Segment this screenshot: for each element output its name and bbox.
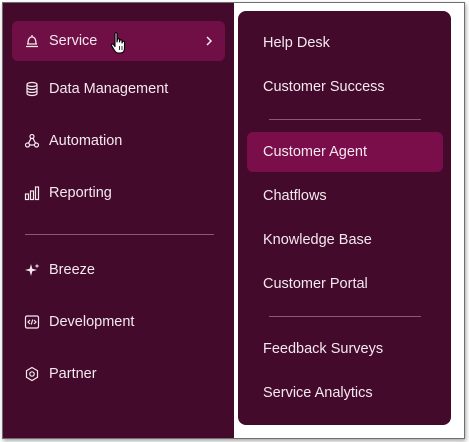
- submenu-item-label: Feedback Surveys: [263, 341, 384, 357]
- nav-divider: [25, 234, 214, 235]
- code-icon: [24, 314, 40, 330]
- nav-item-reporting[interactable]: Reporting: [12, 173, 225, 213]
- submenu-item-customer-agent[interactable]: Customer Agent: [247, 132, 443, 172]
- submenu-item-label: Customer Success: [263, 79, 385, 95]
- submenu-item-label: Knowledge Base: [263, 232, 372, 248]
- submenu-item-knowledge-base[interactable]: Knowledge Base: [247, 220, 443, 260]
- submenu-item-label: Customer Agent: [263, 144, 367, 160]
- submenu-item-customer-portal[interactable]: Customer Portal: [247, 264, 443, 304]
- submenu-item-help-desk[interactable]: Help Desk: [247, 23, 443, 63]
- nav-item-development[interactable]: Development: [12, 302, 225, 342]
- sparkle-icon: [24, 262, 40, 278]
- submenu-item-feedback-surveys[interactable]: Feedback Surveys: [247, 329, 443, 369]
- chevron-right-icon: [203, 32, 215, 50]
- nav-item-label: Reporting: [49, 185, 112, 201]
- nav-item-label: Partner: [49, 366, 97, 382]
- nav-item-label: Breeze: [49, 262, 95, 278]
- nav-item-partner[interactable]: Partner: [12, 354, 225, 394]
- database-icon: [24, 81, 40, 97]
- submenu-item-label: Chatflows: [263, 188, 327, 204]
- nav-item-label: Service: [49, 33, 98, 49]
- submenu-divider: [269, 316, 421, 317]
- bell-icon: [24, 33, 40, 49]
- submenu-item-label: Help Desk: [263, 35, 330, 51]
- bar-chart-icon: [24, 185, 40, 201]
- service-submenu: Help Desk Customer Success Customer Agen…: [238, 11, 451, 425]
- nav-item-label: Development: [49, 314, 135, 330]
- network-icon: [24, 133, 40, 149]
- nav-item-data-management[interactable]: Data Management: [12, 69, 225, 109]
- submenu-item-service-analytics[interactable]: Service Analytics: [247, 373, 443, 413]
- nav-item-automation[interactable]: Automation: [12, 121, 225, 161]
- main-nav-menu: Service Data Management Automation Repor…: [3, 3, 234, 438]
- nav-item-breeze[interactable]: Breeze: [12, 250, 225, 290]
- nav-item-label: Data Management: [49, 81, 169, 97]
- nav-item-label: Automation: [49, 133, 123, 149]
- submenu-item-label: Service Analytics: [263, 385, 373, 401]
- hexagon-icon: [24, 366, 40, 382]
- hand-cursor-icon: [110, 31, 128, 57]
- submenu-item-label: Customer Portal: [263, 276, 368, 292]
- submenu-divider: [269, 119, 421, 120]
- submenu-item-customer-success[interactable]: Customer Success: [247, 67, 443, 107]
- submenu-item-chatflows[interactable]: Chatflows: [247, 176, 443, 216]
